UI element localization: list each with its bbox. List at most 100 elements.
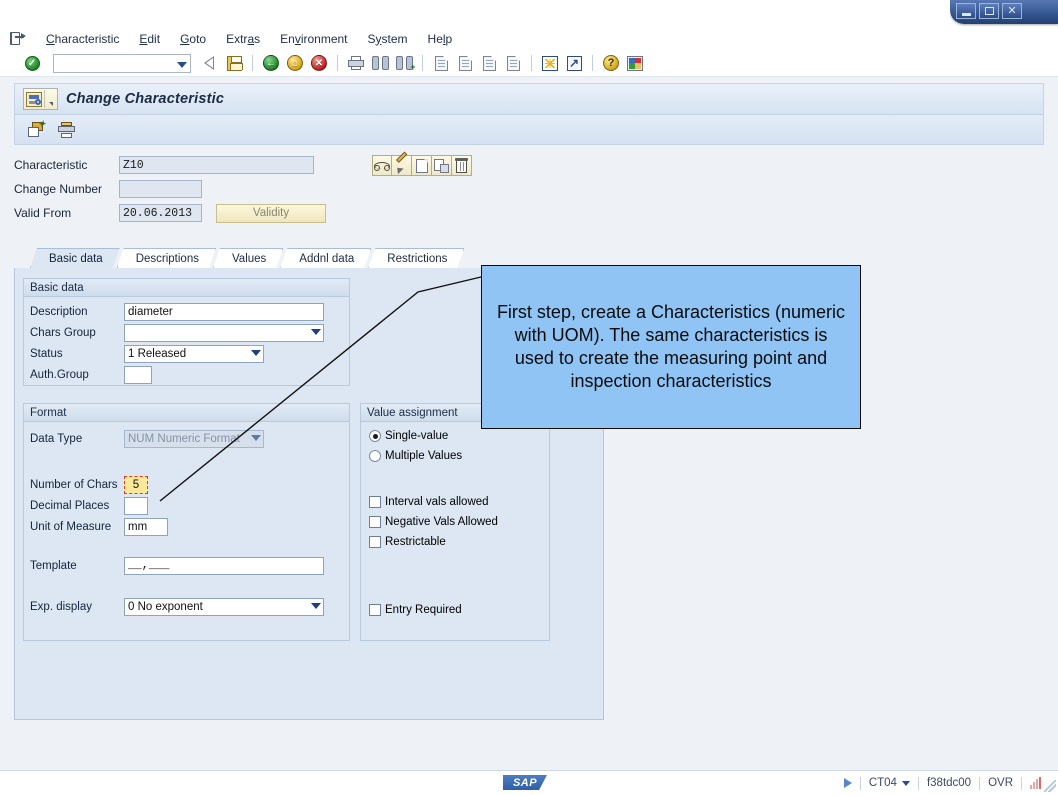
copy-icon (434, 158, 449, 173)
print-characteristic-button[interactable] (55, 119, 77, 141)
chars-group-input[interactable] (124, 323, 324, 342)
chevron-down-icon[interactable] (901, 780, 910, 786)
radio-button-icon[interactable] (369, 430, 381, 442)
menu-item-environment[interactable]: Environment (270, 30, 357, 48)
create-button[interactable] (412, 155, 432, 176)
menu-item-extras[interactable]: Extras (216, 30, 270, 48)
maximize-button[interactable] (979, 3, 999, 19)
save-button[interactable] (224, 53, 244, 73)
next-page-button[interactable] (479, 53, 499, 73)
command-input[interactable] (54, 57, 190, 69)
previous-page-button[interactable] (455, 53, 475, 73)
checkbox-icon[interactable] (369, 496, 381, 508)
valid-from-input[interactable] (119, 204, 202, 222)
last-page-button[interactable] (503, 53, 523, 73)
change-button[interactable] (392, 151, 412, 176)
print-button[interactable] (346, 53, 366, 73)
page-title: Change Characteristic (66, 91, 225, 107)
status-label: Status (30, 347, 63, 360)
menu-item-edit[interactable]: Edit (129, 30, 170, 48)
find-next-button[interactable]: + (394, 53, 416, 73)
status-transaction-code[interactable]: CT04 (861, 777, 918, 789)
cancel-button[interactable]: ✕ (309, 53, 329, 73)
chevron-down-icon[interactable] (177, 61, 187, 68)
chevron-down-icon[interactable] (251, 349, 261, 356)
create-new-button[interactable]: ✦ (25, 119, 47, 141)
back-button[interactable] (200, 53, 220, 73)
display-button[interactable] (372, 155, 392, 176)
shortcut-button[interactable] (564, 53, 584, 73)
valid-from-label: Valid From (14, 206, 72, 220)
data-type-row: Data Type (24, 428, 349, 449)
template-input[interactable] (124, 556, 324, 575)
cancel-back-button[interactable]: ⌂ (285, 53, 305, 73)
number-of-chars-input[interactable]: 5 (124, 475, 148, 494)
close-button[interactable]: ✕ (1002, 3, 1022, 19)
menu-item-goto[interactable]: Goto (170, 30, 216, 48)
resize-grip-icon[interactable] (1044, 780, 1056, 792)
checkbox-negative-vals-allowed[interactable]: Negative Vals Allowed (361, 512, 549, 532)
menu-bar: Characteristic Edit Goto Extras Environm… (0, 28, 1058, 50)
exp-display-row: Exp. display (24, 596, 349, 617)
status-select[interactable] (124, 344, 264, 363)
description-label: Description (30, 305, 88, 318)
chevron-down-icon[interactable] (311, 602, 321, 609)
unit-of-measure-input[interactable] (124, 517, 168, 536)
change-number-input[interactable] (119, 180, 202, 198)
radio-button-icon[interactable] (369, 450, 381, 462)
tab-descriptions[interactable]: Descriptions (117, 248, 216, 268)
help-icon: ? (603, 55, 619, 71)
decimal-places-input[interactable] (124, 496, 148, 515)
status-input[interactable] (124, 344, 264, 363)
description-input[interactable] (124, 302, 324, 321)
chars-group-select[interactable] (124, 323, 324, 342)
toolbar-separator (422, 55, 423, 71)
checkbox-icon[interactable] (369, 516, 381, 528)
menu-item-system[interactable]: System (358, 30, 418, 48)
checkbox-restrictable[interactable]: Restrictable (361, 532, 549, 552)
command-field[interactable] (53, 53, 191, 73)
minimize-button[interactable] (956, 3, 976, 19)
menu-item-help[interactable]: Help (418, 30, 463, 48)
radio-multiple-values[interactable]: Multiple Values (361, 446, 549, 466)
status-bar: SAP CT04 f38tdc00 OVR (0, 770, 1058, 794)
tab-restrictions[interactable]: Restrictions (368, 248, 464, 268)
help-button[interactable]: ? (601, 53, 621, 73)
create-with-reference-button[interactable] (432, 155, 452, 176)
status-insert-mode[interactable]: OVR (980, 777, 1021, 789)
exit-button[interactable]: ← (261, 53, 281, 73)
exp-display-select[interactable] (124, 597, 324, 616)
customize-layout-button[interactable] (625, 53, 645, 73)
chevron-down-icon[interactable] (311, 328, 321, 335)
status-servicing-button[interactable] (836, 778, 860, 788)
tab-values[interactable]: Values (213, 248, 283, 268)
find-button[interactable] (370, 53, 390, 73)
exp-display-input[interactable] (124, 597, 324, 616)
data-type-select[interactable] (124, 429, 264, 448)
menu-item-characteristic[interactable]: Characteristic (36, 30, 129, 48)
checkbox-interval-vals-allowed[interactable]: Interval vals allowed (361, 492, 549, 512)
validity-button[interactable]: Validity (216, 203, 326, 223)
delete-button[interactable] (452, 155, 472, 176)
auth-group-input[interactable] (124, 365, 152, 384)
basic-data-group: Basic data Description Chars Group (23, 278, 350, 386)
characteristic-object-icon (26, 91, 42, 107)
checkbox-entry-required[interactable]: Entry Required (361, 600, 549, 620)
create-new-icon: ✦ (27, 119, 46, 138)
checkbox-icon[interactable] (369, 604, 381, 616)
create-session-button[interactable] (540, 53, 560, 73)
tab-addnl-data[interactable]: Addnl data (280, 248, 371, 268)
session-exit-icon[interactable] (10, 31, 26, 46)
characteristic-input[interactable] (119, 156, 314, 174)
checkbox-label: Restrictable (385, 536, 446, 548)
window-title-strip: ✕ (0, 0, 1058, 28)
first-page-button[interactable] (431, 53, 451, 73)
chars-group-row: Chars Group (24, 322, 349, 343)
chevron-down-icon[interactable] (45, 89, 57, 109)
tab-basic-data[interactable]: Basic data (30, 248, 120, 268)
checkbox-icon[interactable] (369, 536, 381, 548)
object-menu-button[interactable] (23, 88, 58, 110)
radio-single-value[interactable]: Single-value (361, 426, 549, 446)
enter-check-button[interactable]: ✓ (22, 53, 42, 73)
shortcut-icon (566, 55, 582, 71)
